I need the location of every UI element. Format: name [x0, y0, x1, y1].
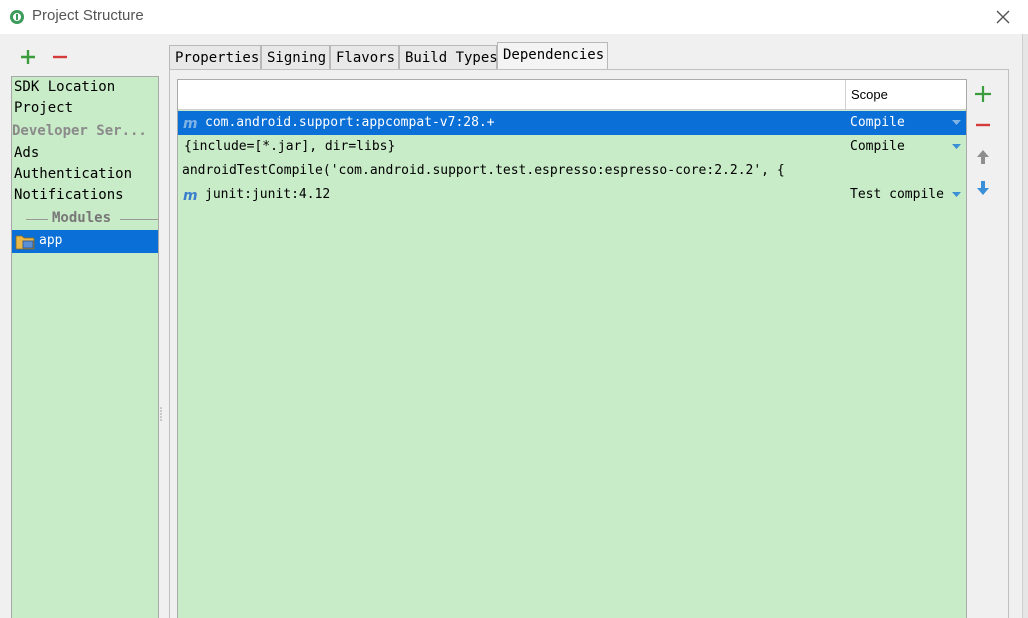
- move-down-icon[interactable]: [972, 177, 994, 199]
- maven-icon: m: [183, 188, 198, 203]
- dependency-name: com.android.support:appcompat-v7:28.+: [205, 115, 495, 130]
- table-row[interactable]: m junit:junit:4.12 Test compile: [178, 183, 966, 207]
- tab-flavors[interactable]: Flavors: [330, 45, 399, 70]
- tab-properties[interactable]: Properties: [169, 45, 261, 70]
- tab-build-types[interactable]: Build Types: [399, 45, 498, 70]
- close-icon[interactable]: [990, 4, 1016, 30]
- dependency-scope[interactable]: Compile: [850, 135, 905, 159]
- tab-dependencies[interactable]: Dependencies: [497, 42, 608, 70]
- move-up-icon[interactable]: [972, 146, 994, 168]
- window-title: Project Structure: [32, 7, 144, 24]
- dependencies-table: Scope m com.android.support:appcompat-v7…: [177, 79, 967, 618]
- remove-module-button[interactable]: [50, 47, 70, 67]
- sidebar-item-ads[interactable]: Ads: [14, 143, 39, 163]
- add-dependency-button[interactable]: [972, 83, 994, 105]
- sidebar-item-project[interactable]: Project: [14, 98, 73, 118]
- remove-dependency-button[interactable]: [972, 114, 994, 136]
- splitter-handle[interactable]: [159, 406, 163, 422]
- table-row[interactable]: m com.android.support:appcompat-v7:28.+ …: [178, 111, 966, 135]
- sidebar-item-authentication[interactable]: Authentication: [14, 164, 132, 184]
- title-bar: Project Structure: [0, 0, 1028, 34]
- add-module-button[interactable]: [18, 47, 38, 67]
- maven-icon: m: [183, 116, 198, 131]
- modules-separator: Modules: [12, 208, 158, 228]
- chevron-down-icon[interactable]: [952, 144, 961, 150]
- table-row[interactable]: androidTestCompile('com.android.support.…: [178, 159, 966, 183]
- dependency-scope[interactable]: Compile: [850, 111, 905, 135]
- svg-text:m: m: [183, 116, 198, 131]
- dependency-name: androidTestCompile('com.android.support.…: [182, 163, 785, 178]
- table-header: Scope: [178, 80, 966, 110]
- module-label: app: [39, 233, 63, 248]
- dependency-name: {include=[*.jar], dir=libs}: [184, 139, 396, 154]
- table-row[interactable]: {include=[*.jar], dir=libs} Compile: [178, 135, 966, 159]
- dependencies-toolbar: [968, 79, 998, 618]
- dependency-scope[interactable]: Test compile: [850, 183, 944, 207]
- sidebar-item-app-module[interactable]: app: [12, 230, 158, 253]
- sidebar-header-developer-services: Developer Ser...: [12, 123, 147, 139]
- scope-column-header[interactable]: Scope: [845, 80, 966, 110]
- sidebar: SDK Location Project Developer Ser... Ad…: [11, 76, 159, 618]
- modules-label: Modules: [52, 210, 112, 226]
- sidebar-item-sdk-location[interactable]: SDK Location: [14, 77, 115, 97]
- dependency-name: junit:junit:4.12: [205, 187, 331, 202]
- sidebar-item-notifications[interactable]: Notifications: [14, 185, 124, 205]
- window-edge: [1022, 34, 1028, 618]
- android-studio-icon: [10, 10, 24, 24]
- tab-signing[interactable]: Signing: [261, 45, 330, 70]
- svg-text:m: m: [183, 188, 198, 203]
- module-folder-icon: [15, 235, 35, 250]
- chevron-down-icon[interactable]: [952, 120, 961, 126]
- chevron-down-icon[interactable]: [952, 192, 961, 198]
